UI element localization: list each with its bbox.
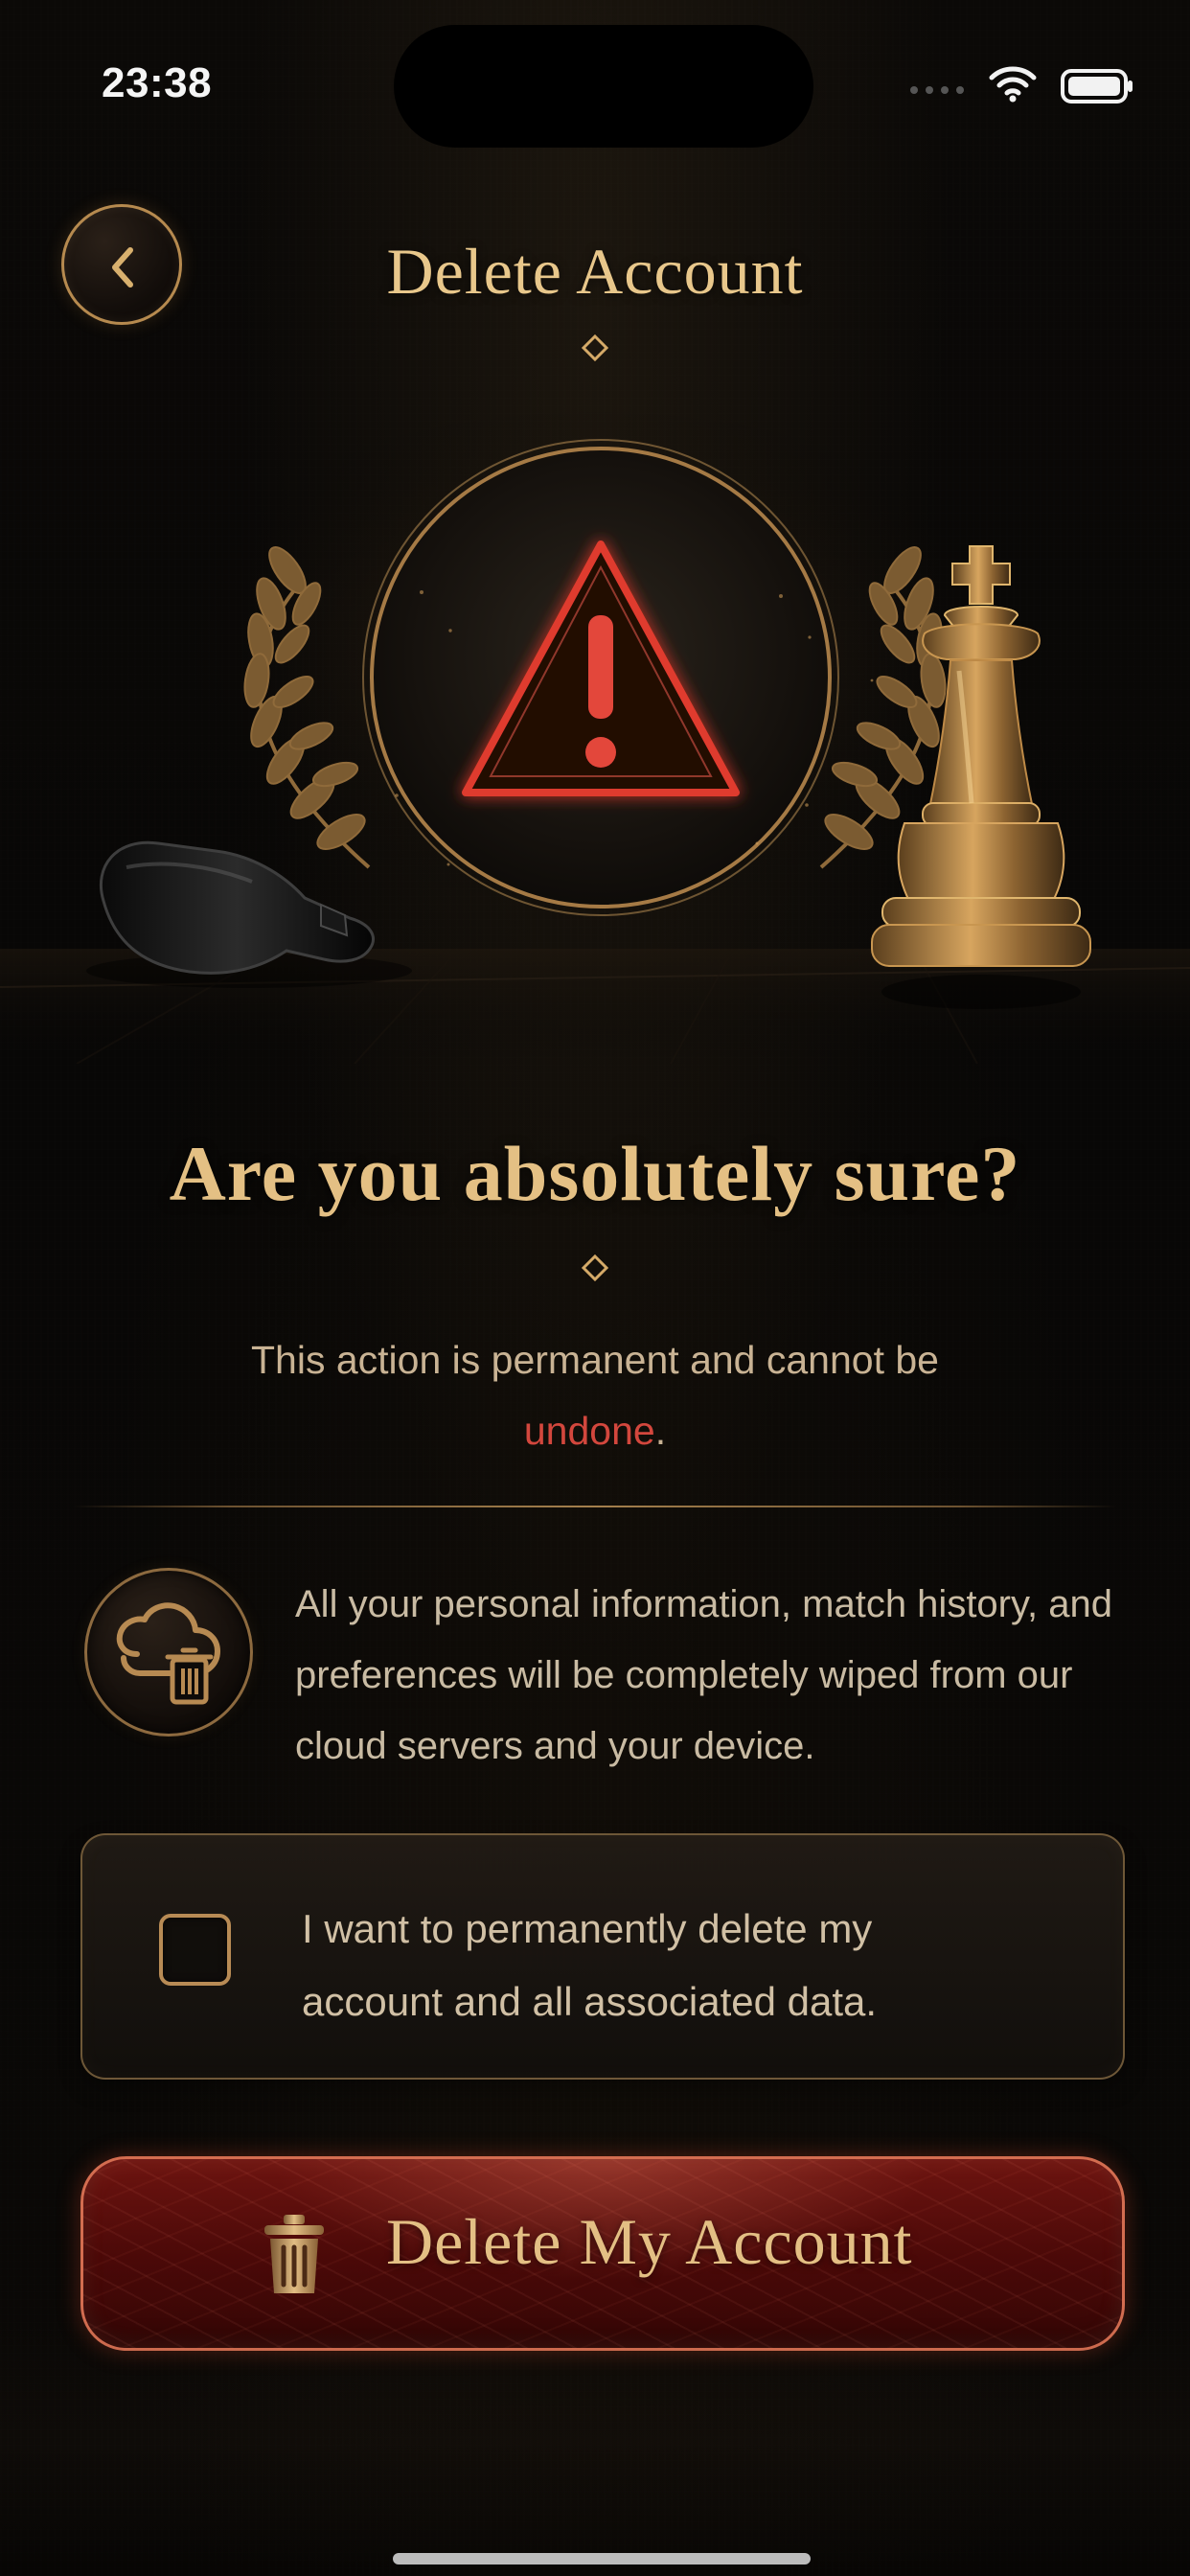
cloud-trash-icon — [84, 1568, 253, 1736]
data-deletion-info: All your personal information, match his… — [295, 1583, 1112, 1767]
section-divider — [73, 1506, 1117, 1507]
consent-card[interactable]: I want to permanently delete my account … — [80, 1833, 1125, 2080]
page-title: Delete Account — [386, 235, 804, 308]
cellular-signal-icon — [910, 80, 966, 100]
home-indicator[interactable] — [393, 2553, 811, 2564]
warning-period: . — [654, 1409, 667, 1453]
dynamic-island — [394, 25, 813, 148]
battery-icon — [1061, 69, 1133, 104]
cloud-trash-glyph — [116, 1602, 220, 1705]
trash-icon — [264, 2215, 324, 2293]
heading-divider-ornament — [419, 1254, 771, 1282]
warning-message-text: This action is permanent and cannot be — [251, 1338, 939, 1382]
consent-label: I want to permanently delete my account … — [302, 1906, 878, 2024]
warning-message-line2: undone. — [0, 1395, 1190, 1466]
confirmation-heading: Are you absolutely sure? — [169, 1130, 1021, 1217]
warning-highlight: undone — [523, 1409, 655, 1453]
warning-message: This action is permanent and cannot be u… — [0, 1324, 1190, 1466]
status-time: 23:38 — [102, 59, 213, 106]
floor-shadow — [0, 2310, 1190, 2576]
wifi-icon — [989, 66, 1037, 103]
delete-account-label: Delete My Account — [386, 2205, 913, 2278]
warning-hero-illustration — [0, 412, 1190, 1064]
title-divider-ornament — [284, 334, 906, 362]
consent-checkbox[interactable] — [159, 1914, 231, 1986]
delete-account-screen: 23:38 Delete Account Are you absolutely … — [0, 0, 1190, 2576]
